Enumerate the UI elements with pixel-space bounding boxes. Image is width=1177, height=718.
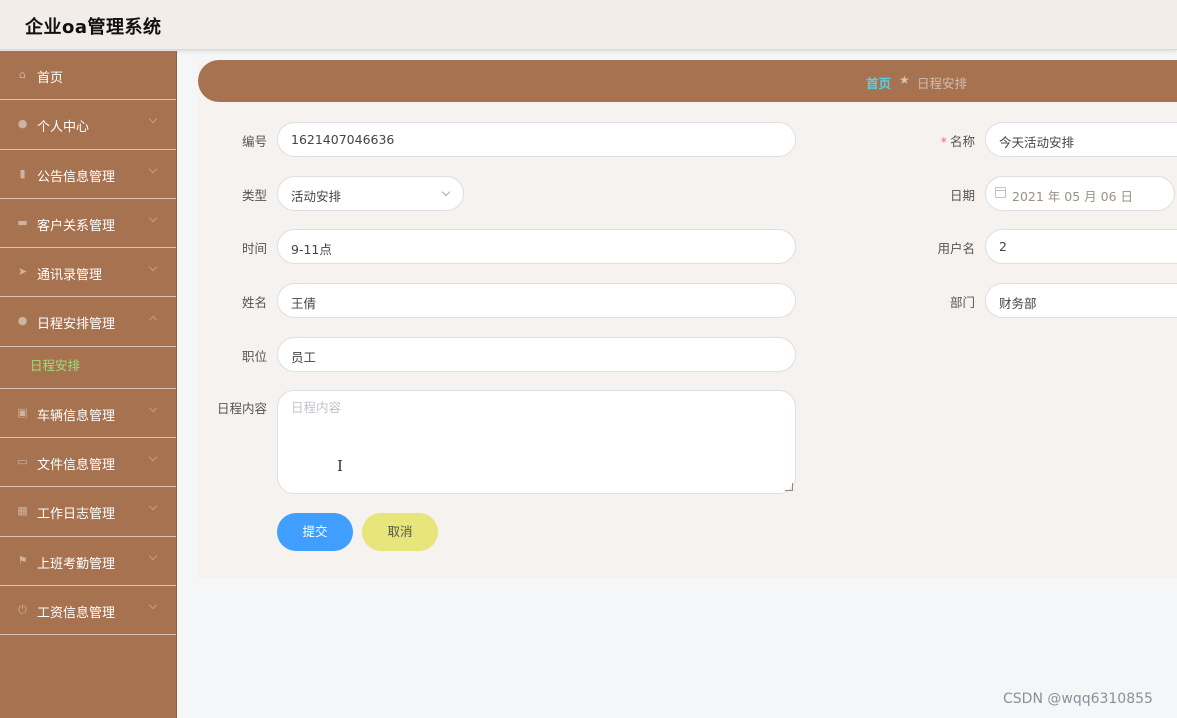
sidebar-subitem-label: 日程安排 (30, 357, 81, 373)
power-icon: ⏻ (18, 602, 27, 616)
watermark: CSDN @wqq6310855 (1003, 691, 1153, 707)
breadcrumb-current: 日程安排 (917, 76, 968, 91)
resize-handle-icon[interactable] (785, 483, 793, 491)
type-select-value: 活动安排 (291, 189, 342, 204)
sidebar-item-personal-center[interactable]: ● 个人中心 (0, 100, 176, 150)
id-label: 编号 (241, 134, 267, 149)
date-value: 2021 年 05 月 06 日 (1012, 189, 1133, 204)
username-field[interactable]: 2 (985, 229, 1177, 264)
title-label-text: 名称 (949, 134, 975, 149)
sidebar-item-attendance[interactable]: ⚑ 上班考勤管理 (0, 537, 176, 586)
sidebar-item-schedule[interactable]: ● 日程安排管理 (0, 297, 176, 347)
star-separator-icon: ★ (899, 73, 910, 87)
date-picker[interactable]: 2021 年 05 月 06 日 (985, 176, 1175, 211)
home-icon: ⌂ (19, 68, 26, 81)
top-bar: 企业oa管理系统 (0, 0, 1177, 50)
user-icon: ● (17, 314, 28, 328)
sidebar-item-label: 个人中心 (37, 120, 90, 136)
username-label: 用户名 (937, 241, 975, 256)
required-mark: * (940, 134, 947, 149)
bar-chart-icon: ▮ (19, 166, 26, 180)
user-icon: ● (17, 117, 28, 131)
sidebar-item-vehicles[interactable]: ▣ 车辆信息管理 (0, 389, 176, 439)
grid-icon: ▦ (17, 504, 28, 518)
app-title: 企业oa管理系统 (25, 17, 162, 38)
type-select[interactable]: 活动安排 (277, 176, 464, 211)
id-field[interactable]: 1621407046636 (277, 122, 796, 157)
breadcrumb-home-link[interactable]: 首页 (866, 73, 891, 92)
chevron-up-icon (148, 316, 158, 325)
sidebar-item-label: 文件信息管理 (37, 458, 116, 474)
type-label: 类型 (241, 188, 267, 203)
date-label: 日期 (949, 188, 975, 203)
sidebar: ⌂ 首页 ● 个人中心 ▮ 公告信息管理 ▬ 客户关系管理 ➤ 通讯录管理 ● … (0, 51, 177, 718)
sidebar-subitem-schedule[interactable]: 日程安排 (0, 347, 176, 389)
title-field[interactable]: 今天活动安排 (985, 122, 1177, 157)
time-field[interactable]: 9-11点 (277, 229, 796, 264)
sidebar-item-home[interactable]: ⌂ 首页 (0, 51, 176, 101)
chevron-down-icon (148, 262, 158, 272)
message-icon: ▭ (17, 455, 28, 469)
sidebar-item-label: 通讯录管理 (37, 268, 103, 284)
chevron-down-icon (148, 551, 158, 560)
position-field[interactable]: 员工 (277, 337, 796, 372)
sidebar-item-announcements[interactable]: ▮ 公告信息管理 (0, 150, 176, 199)
name-field[interactable]: 王倩 (277, 283, 796, 318)
chevron-down-icon (148, 115, 158, 124)
send-icon: ➤ (17, 265, 28, 279)
sidebar-item-label: 工作日志管理 (37, 507, 116, 523)
sidebar-item-label: 工资信息管理 (37, 605, 116, 621)
schedule-content-label: 日程内容 (216, 401, 267, 416)
breadcrumb: 首页 ★ 日程安排 (198, 60, 1177, 102)
position-label: 职位 (241, 349, 267, 364)
title-label: * 名称 (905, 131, 975, 150)
name-label: 姓名 (241, 295, 267, 310)
sidebar-item-contacts[interactable]: ➤ 通讯录管理 (0, 248, 176, 298)
chevron-down-icon (148, 502, 158, 511)
schedule-content-placeholder: 日程内容 (291, 400, 342, 415)
flag-icon: ⚑ (17, 553, 28, 567)
sidebar-item-label: 上班考勤管理 (37, 556, 116, 572)
chevron-down-icon (441, 187, 451, 197)
sidebar-item-label: 日程安排管理 (37, 317, 116, 333)
schedule-content-textarea[interactable]: 日程内容 (277, 390, 796, 494)
submit-button[interactable]: 提交 (277, 513, 353, 551)
text-cursor-icon: I (337, 457, 343, 475)
department-label: 部门 (949, 295, 975, 310)
sidebar-item-work-log[interactable]: ▦ 工作日志管理 (0, 487, 176, 537)
sidebar-item-files[interactable]: ▭ 文件信息管理 (0, 438, 176, 488)
calendar-icon (995, 187, 1006, 198)
sidebar-item-label: 首页 (37, 71, 64, 86)
sidebar-item-label: 客户关系管理 (37, 218, 116, 234)
cancel-button[interactable]: 取消 (362, 513, 438, 551)
chevron-down-icon (148, 403, 158, 413)
sidebar-item-label: 车辆信息管理 (37, 408, 116, 424)
department-field[interactable]: 财务部 (985, 283, 1177, 318)
time-label: 时间 (241, 241, 267, 256)
sidebar-item-label: 公告信息管理 (37, 169, 116, 185)
chevron-down-icon (148, 164, 158, 173)
chevron-down-icon (148, 452, 158, 462)
chevron-down-icon (148, 213, 158, 223)
clipboard-icon: ▣ (17, 405, 28, 419)
sidebar-item-salary[interactable]: ⏻ 工资信息管理 (0, 586, 176, 636)
sidebar-item-customers[interactable]: ▬ 客户关系管理 (0, 199, 176, 249)
chevron-down-icon (148, 600, 158, 610)
monitor-icon: ▬ (17, 215, 28, 229)
